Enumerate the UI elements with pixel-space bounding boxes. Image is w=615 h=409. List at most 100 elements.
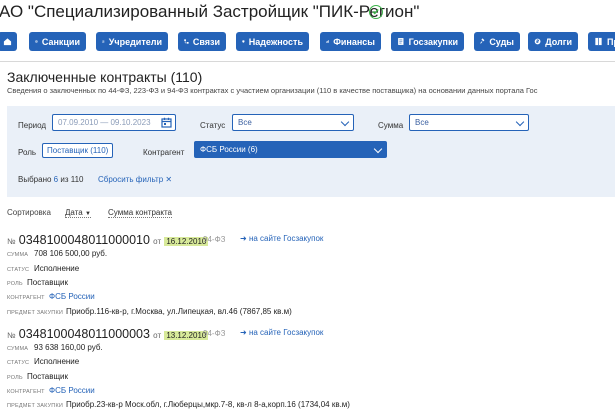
document-icon bbox=[398, 38, 404, 45]
globe-icon bbox=[35, 40, 38, 43]
caret-down-icon: ▼ bbox=[84, 211, 91, 217]
contract-number-line: № 0348100048011000003 от 13.12.2010 bbox=[7, 327, 209, 341]
status-select[interactable]: Все bbox=[232, 114, 354, 131]
contragent-value: ФСБ России (6) bbox=[200, 145, 258, 154]
contract-status: Исполнение bbox=[34, 357, 80, 366]
contract-number-line: № 0348100048011000010 от 16.12.2010 bbox=[7, 233, 209, 247]
chart-icon bbox=[326, 40, 329, 43]
section-title: Заключенные контракты (110) bbox=[7, 69, 203, 85]
selected-count: 6 bbox=[53, 175, 59, 184]
section-nav: Санкции Учредители Связи Надежность Фина… bbox=[0, 28, 615, 56]
period-label: Период bbox=[18, 121, 47, 130]
goszakupki-link[interactable]: ➜ на сайте Госзакупок bbox=[240, 234, 323, 243]
subject-field-label: предмет закупки bbox=[7, 403, 64, 409]
sort-date-label: Дата bbox=[65, 208, 83, 217]
contract-sum: 93 638 160,00 руб. bbox=[34, 343, 103, 352]
contract-subject: Приобр.23-кв-р Моск.обл, г.Люберцы,мкр.7… bbox=[66, 400, 350, 409]
nav-finance-button[interactable]: Финансы bbox=[320, 32, 381, 51]
period-value: 07.09.2010 — 09.10.2023 bbox=[58, 118, 151, 127]
sum-field-label: сумма bbox=[7, 252, 29, 258]
contragent-select[interactable]: ФСБ России (6) bbox=[194, 141, 387, 158]
nav-label: Санкции bbox=[41, 36, 80, 47]
number-sign: № bbox=[7, 237, 16, 246]
nav-more-button[interactable]: Пр bbox=[588, 32, 615, 51]
contract-sum: 708 106 500,00 руб. bbox=[34, 249, 108, 258]
period-field[interactable]: 07.09.2010 — 09.10.2023 bbox=[52, 114, 176, 131]
number-sign: № bbox=[7, 331, 16, 340]
contragent-field-label: контрагент bbox=[7, 389, 45, 395]
shield-icon bbox=[242, 40, 245, 43]
arrow-icon: ➜ bbox=[240, 328, 247, 337]
contract-contragent-link[interactable]: ФСБ России bbox=[49, 292, 95, 301]
verified-check-icon bbox=[369, 5, 383, 19]
divider bbox=[0, 61, 615, 62]
gavel-icon bbox=[480, 38, 485, 44]
users-icon bbox=[102, 40, 105, 43]
chevron-down-icon bbox=[515, 117, 525, 127]
contragent-label: Контрагент bbox=[143, 148, 185, 157]
sort-by-date[interactable]: Дата ▼ bbox=[65, 208, 91, 218]
goszakupki-link-label: на сайте Госзакупок bbox=[248, 234, 324, 243]
nav-courts-button[interactable]: Суды bbox=[474, 32, 520, 51]
goszakupki-link-label: на сайте Госзакупок bbox=[248, 328, 324, 337]
from-label: от bbox=[153, 237, 162, 246]
book-icon bbox=[595, 37, 602, 46]
status-field-label: статус bbox=[7, 360, 30, 366]
contract-number[interactable]: 0348100048011000003 bbox=[19, 327, 150, 341]
contragent-field-label: контрагент bbox=[7, 295, 45, 301]
sum-field-label: сумма bbox=[7, 346, 29, 352]
selected-suffix: из 110 bbox=[60, 175, 84, 184]
nav-links-button[interactable]: Связи bbox=[178, 32, 226, 51]
status-label: Статус bbox=[200, 121, 226, 130]
company-title: АО "Специализированный Застройщик "ПИК-Р… bbox=[0, 2, 420, 21]
nav-label: Долги bbox=[545, 36, 572, 47]
reset-filter-link[interactable]: Сбросить фильтр ✕ bbox=[98, 175, 172, 184]
nav-label: Финансы bbox=[333, 36, 375, 47]
selected-prefix: Выбрано bbox=[18, 175, 52, 184]
role-tag[interactable]: Поставщик (110) bbox=[42, 143, 114, 158]
nav-procurement-button[interactable]: Госзакупки bbox=[391, 32, 464, 51]
role-field-label: роль bbox=[7, 281, 23, 287]
contract-number[interactable]: 0348100048011000010 bbox=[19, 233, 150, 247]
arrow-icon: ➜ bbox=[240, 234, 247, 243]
status-value: Все bbox=[238, 118, 252, 127]
nav-home-button[interactable] bbox=[0, 32, 17, 51]
home-icon bbox=[3, 38, 12, 46]
nav-label: Надежность bbox=[248, 36, 303, 47]
calendar-icon[interactable] bbox=[161, 117, 172, 128]
goszakupki-link[interactable]: ➜ на сайте Госзакупок bbox=[240, 328, 323, 337]
nav-label: Госзакупки bbox=[408, 36, 458, 47]
sum-select[interactable]: Все bbox=[409, 114, 529, 131]
nav-reliability-button[interactable]: Надежность bbox=[236, 32, 309, 51]
section-subtitle: Сведения о заключенных по 44-ФЗ, 223-ФЗ … bbox=[7, 86, 538, 95]
role-field-label: роль bbox=[7, 375, 23, 381]
subject-field-label: предмет закупки bbox=[7, 310, 64, 316]
contract-contragent-link[interactable]: ФСБ России bbox=[49, 386, 95, 395]
nav-label: Учредители bbox=[108, 36, 162, 47]
contract-law: 94-ФЗ bbox=[203, 329, 226, 338]
svg-text:₽: ₽ bbox=[536, 39, 539, 45]
from-label: от bbox=[153, 331, 162, 340]
contract-role: Поставщик bbox=[27, 278, 69, 287]
chevron-down-icon bbox=[373, 144, 383, 154]
sum-value: Все bbox=[415, 118, 429, 127]
role-label: Роль bbox=[18, 148, 37, 157]
sort-label: Сортировка bbox=[7, 208, 51, 217]
nav-debts-button[interactable]: ₽ Долги bbox=[528, 32, 578, 51]
chevron-down-icon bbox=[340, 117, 350, 127]
contract-date: 16.12.2010 bbox=[164, 237, 209, 246]
sort-by-sum[interactable]: Сумма контракта bbox=[108, 208, 172, 218]
status-field-label: статус bbox=[7, 267, 30, 273]
contract-law: 94-ФЗ bbox=[203, 235, 226, 244]
network-icon bbox=[184, 39, 189, 44]
contract-subject: Приобр.116-кв-р, г.Москва, ул.Липецкая, … bbox=[66, 307, 292, 316]
money-icon: ₽ bbox=[534, 38, 541, 45]
nav-label: Пр bbox=[607, 36, 615, 47]
nav-sanctions-button[interactable]: Санкции bbox=[29, 32, 86, 51]
nav-founders-button[interactable]: Учредители bbox=[96, 32, 168, 51]
contract-date: 13.12.2010 bbox=[164, 331, 209, 340]
sum-label: Сумма bbox=[378, 121, 404, 130]
contract-role: Поставщик bbox=[27, 372, 69, 381]
contract-status: Исполнение bbox=[34, 264, 80, 273]
nav-label: Суды bbox=[489, 36, 514, 47]
